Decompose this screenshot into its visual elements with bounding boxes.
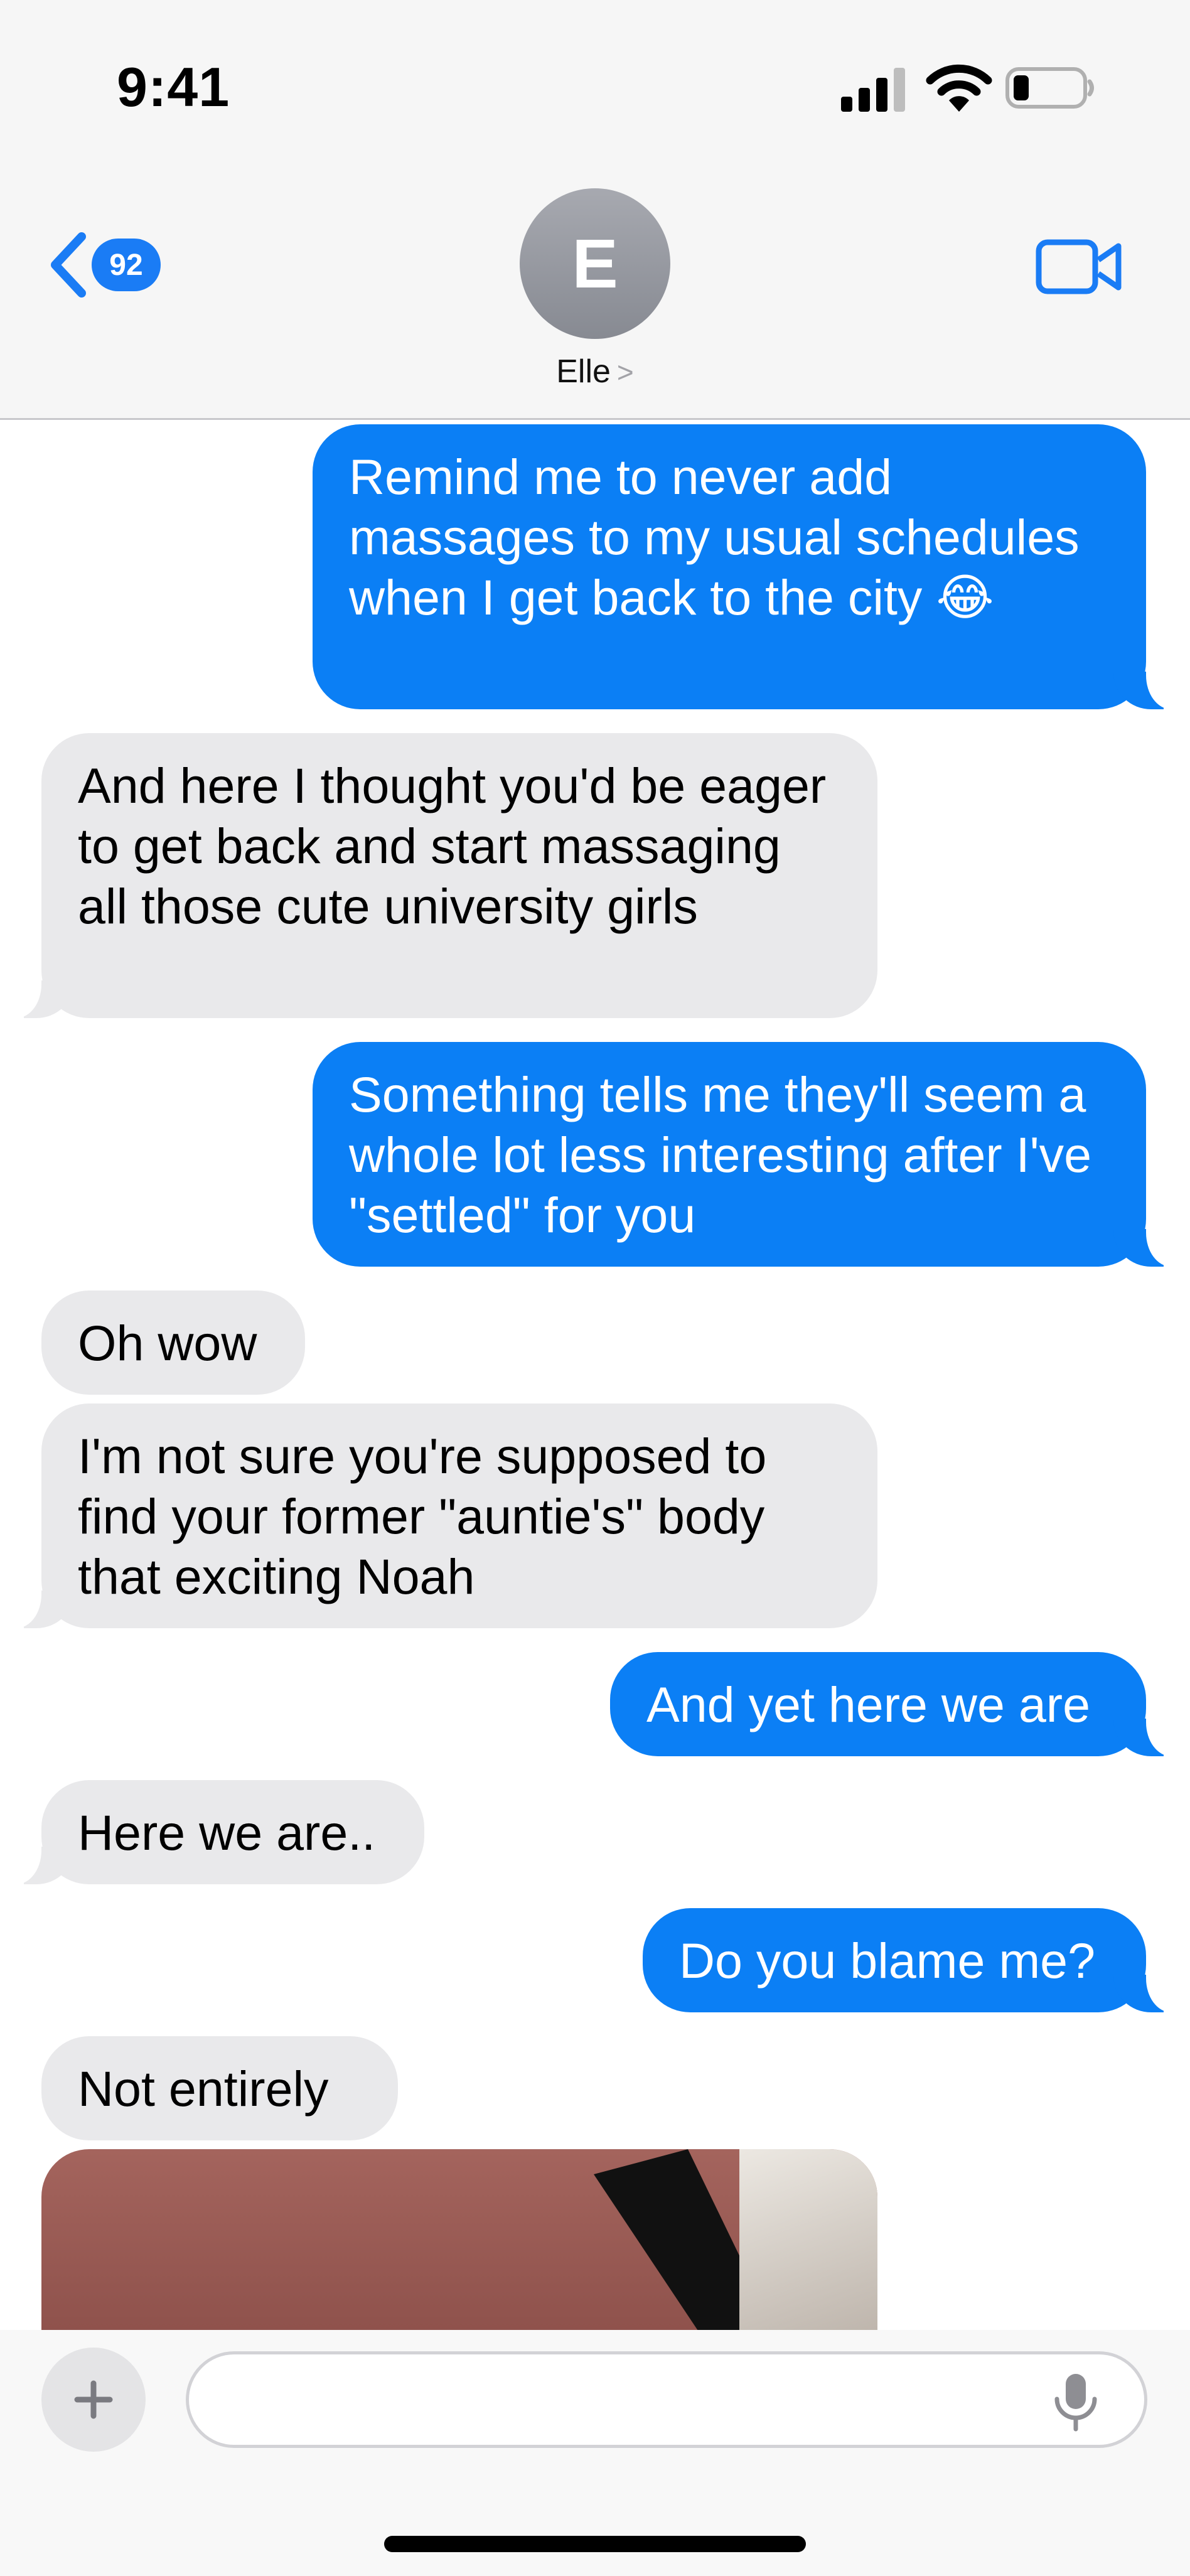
home-indicator	[384, 2536, 806, 2552]
message-text: Something tells me they'll seem a whole …	[349, 1066, 1092, 1243]
unread-badge: 92	[92, 239, 161, 291]
message-bubble-received[interactable]: Oh wow	[41, 1291, 305, 1395]
signal-icon	[841, 68, 905, 112]
message-input[interactable]	[186, 2351, 1147, 2448]
message-bubble-received[interactable]: And here I thought you'd be eager to get…	[4, 733, 877, 1018]
video-camera-icon[interactable]	[1036, 239, 1122, 295]
message-text: Remind me to never add massages to my us…	[349, 449, 1080, 625]
message-text: Here we are..	[78, 1805, 376, 1860]
message-text: And here I thought you'd be eager to get…	[78, 758, 827, 934]
back-button[interactable]: 92	[46, 227, 161, 303]
back-chevron-icon	[51, 232, 86, 298]
message-bubble-received[interactable]: I'm not sure you're supposed to find you…	[4, 1403, 877, 1628]
chevron-right-icon: >	[616, 356, 634, 389]
wifi-icon	[926, 64, 992, 112]
message-text: And yet here we are	[646, 1677, 1091, 1732]
battery-icon	[1005, 67, 1094, 109]
conversation-header: 9:41 92 E Elle >	[0, 0, 1190, 420]
photo-fabric-shape	[739, 2149, 877, 2331]
message-bubble-received[interactable]: Not entirely	[41, 2036, 398, 2140]
message-bubble-sent[interactable]: Remind me to never add massages to my us…	[313, 424, 1184, 709]
plus-button[interactable]	[41, 2348, 146, 2452]
microphone-icon[interactable]	[1052, 2371, 1100, 2432]
plus-icon	[74, 2380, 113, 2419]
avatar[interactable]: E	[520, 188, 670, 339]
photo-attachment[interactable]	[41, 2149, 877, 2331]
status-time: 9:41	[117, 56, 230, 118]
message-bubble-sent[interactable]: And yet here we are	[610, 1652, 1184, 1756]
message-bubble-received[interactable]: Here we are..	[4, 1780, 424, 1884]
contact-name-label: Elle	[556, 353, 611, 390]
message-text: Oh wow	[78, 1315, 257, 1371]
contact-name[interactable]: Elle >	[0, 353, 1190, 390]
message-text: Not entirely	[78, 2061, 329, 2117]
message-bubble-sent[interactable]: Do you blame me?	[643, 1908, 1184, 2012]
message-text: Do you blame me?	[679, 1933, 1096, 1988]
message-text: I'm not sure you're supposed to find you…	[78, 1428, 767, 1604]
message-bubble-sent[interactable]: Something tells me they'll seem a whole …	[313, 1042, 1184, 1267]
